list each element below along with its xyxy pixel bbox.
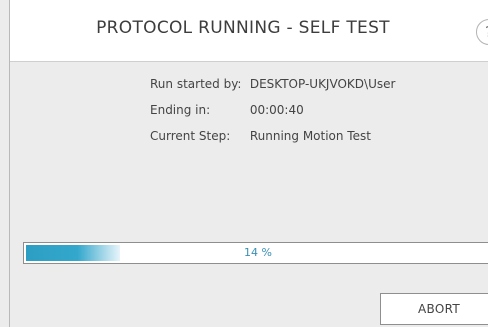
abort-button[interactable]: ABORT [380,293,488,325]
run-started-by-label: Run started by: [150,77,242,91]
current-step-label: Current Step: [150,129,231,143]
ending-in-row: Ending in: 00:00:40 [150,102,395,128]
run-started-by-value: DESKTOP-UKJVOKD\User [249,77,396,91]
dialog-title: PROTOCOL RUNNING - SELF TEST [96,18,390,38]
run-started-by-row: Run started by: DESKTOP-UKJVOKD\User [150,76,395,102]
run-info: Run started by: DESKTOP-UKJVOKD\User End… [150,76,395,154]
current-step-row: Current Step: Running Motion Test [150,128,395,154]
progress-bar: 14 % [23,242,488,264]
dialog-header: PROTOCOL RUNNING - SELF TEST ? [10,0,488,62]
ending-in-value: 00:00:40 [249,103,304,117]
protocol-running-dialog: PROTOCOL RUNNING - SELF TEST ? Run start… [0,0,488,327]
ending-in-label: Ending in: [150,103,211,117]
current-step-value: Running Motion Test [249,129,371,143]
window-left-border [0,0,10,327]
progress-percent-text: 14 % [244,246,272,259]
help-button[interactable]: ? [476,19,488,45]
